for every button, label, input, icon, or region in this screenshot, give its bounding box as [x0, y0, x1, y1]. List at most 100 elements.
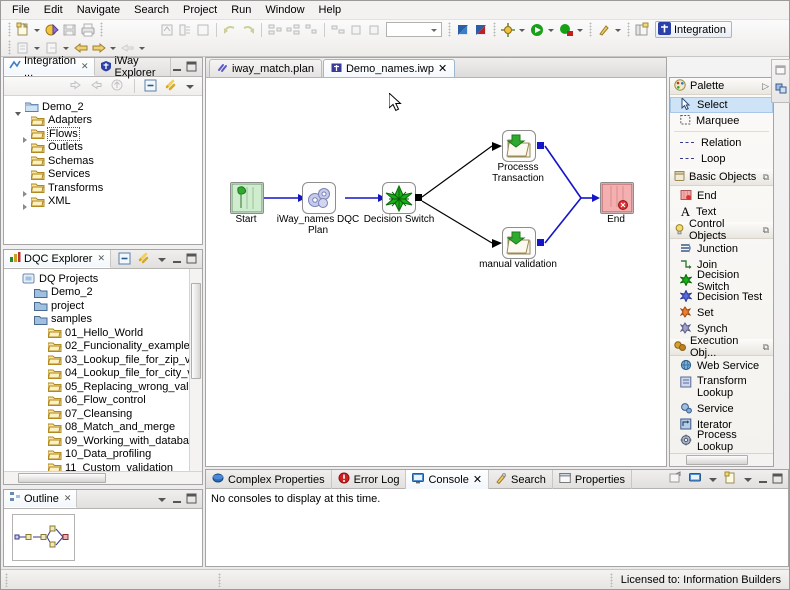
palette-item-loop[interactable]: Loop	[670, 151, 773, 167]
tab-outline[interactable]: Outline ✕	[4, 490, 78, 508]
palette-item-transform-lookup[interactable]: Transform Lookup	[670, 374, 773, 401]
tree-item-demo2[interactable]: Demo_2	[10, 100, 202, 116]
tab-complex-properties[interactable]: Complex Properties	[206, 470, 332, 489]
flow-node-end[interactable]	[600, 182, 634, 214]
list-item[interactable]: 08_Match_and_merge	[10, 421, 202, 435]
tab-iway-explorer[interactable]: iWay Explorer	[95, 55, 171, 79]
maximize-icon[interactable]	[186, 61, 199, 74]
palette-item-service[interactable]: Service	[670, 401, 773, 417]
flow-port-decision-out[interactable]	[415, 194, 422, 201]
list-item[interactable]: 02_Funcionality_examples	[10, 340, 202, 354]
layout-icon-2[interactable]	[348, 22, 364, 38]
debug-dropdown-arrow[interactable]	[517, 23, 526, 37]
deploy-icon-2[interactable]	[473, 22, 489, 38]
wizard-icon[interactable]	[44, 22, 60, 38]
debug-icon[interactable]	[500, 22, 516, 38]
menu-window[interactable]: Window	[258, 2, 311, 18]
new-console-icon[interactable]	[723, 471, 739, 487]
save-icon[interactable]	[62, 22, 78, 38]
list-item[interactable]: 07_Cleansing	[10, 407, 202, 421]
flow-port-process-out[interactable]	[537, 142, 544, 149]
dqc-tree-container[interactable]: DQ Projects Demo_2 project samples 01_He…	[4, 269, 202, 471]
palette-horizontal-scrollbar[interactable]	[670, 453, 773, 466]
new-flow-icon[interactable]	[15, 40, 31, 56]
external-tools-dropdown-arrow[interactable]	[575, 23, 584, 37]
flow-node-process-transaction[interactable]	[502, 130, 536, 162]
back-nav-dropdown-arrow[interactable]	[108, 41, 117, 55]
tree-item-demo2[interactable]: Demo_2	[10, 286, 202, 300]
print-icon[interactable]	[80, 22, 96, 38]
dqc-horizontal-scrollbar[interactable]	[4, 471, 202, 484]
maximize-icon[interactable]	[186, 493, 199, 506]
collapse-icon[interactable]: ⧉	[763, 172, 769, 183]
run-dropdown-arrow[interactable]	[546, 23, 555, 37]
display-console-icon[interactable]	[688, 471, 704, 487]
palette-group-control-objects-header[interactable]: Control Objects ⧉	[670, 218, 773, 242]
tab-properties[interactable]: Properties	[553, 470, 633, 489]
layout-icon-3[interactable]	[366, 22, 382, 38]
minimize-icon[interactable]	[171, 493, 184, 506]
flow-port-manual-out[interactable]	[537, 239, 544, 246]
tree-item-services[interactable]: Services	[10, 168, 202, 182]
close-icon[interactable]: ✕	[473, 473, 482, 486]
maximize-icon[interactable]	[186, 253, 199, 266]
flow-node-manual-validation[interactable]	[502, 227, 536, 259]
outline-thumbnail[interactable]	[12, 514, 75, 561]
back-nav-icon[interactable]	[91, 40, 107, 56]
collapse-all-icon[interactable]	[143, 78, 159, 94]
menu-project[interactable]: Project	[176, 2, 224, 18]
zoom-combo[interactable]	[386, 22, 442, 37]
palette-item-web-service[interactable]: Web Service	[670, 358, 773, 374]
list-item[interactable]: 11_Custom_validation	[10, 461, 202, 471]
open-console-icon[interactable]	[668, 471, 684, 487]
view-menu-icon[interactable]	[184, 80, 197, 93]
list-item[interactable]: 09_Working_with_databases	[10, 434, 202, 448]
layout-icon[interactable]	[330, 22, 346, 38]
collapse-all-icon[interactable]	[117, 251, 133, 267]
editor-icon-2[interactable]	[177, 22, 193, 38]
view-menu-icon[interactable]	[156, 493, 169, 506]
close-icon[interactable]: ✕	[64, 493, 72, 504]
flow-node-start[interactable]	[230, 182, 264, 214]
palette-item-relation[interactable]: Relation	[670, 135, 773, 151]
new-item-dropdown-arrow[interactable]	[61, 41, 70, 55]
list-item[interactable]: 03_Lookup_file_for_zip_verifica	[10, 353, 202, 367]
list-item[interactable]: 01_Hello_World	[10, 326, 202, 340]
link-with-editor-icon[interactable]	[137, 251, 153, 267]
search-toolbar-icon[interactable]	[596, 22, 612, 38]
palette-item-end[interactable]: End	[670, 188, 773, 204]
open-perspective-icon[interactable]	[634, 22, 650, 38]
palette-item-junction[interactable]: Junction	[670, 241, 773, 257]
close-icon[interactable]: ✕	[81, 61, 89, 72]
new-dropdown-arrow[interactable]	[32, 23, 41, 37]
align-icon-2[interactable]	[285, 22, 301, 38]
palette-group-execution-objects-header[interactable]: Execution Obj... ⧉	[670, 335, 773, 359]
editor-tab-iway-match-plan[interactable]: iway_match.plan	[209, 59, 322, 77]
collapse-icon[interactable]: ⧉	[763, 225, 769, 236]
scrollbar-thumb[interactable]	[18, 473, 106, 483]
forward-nav-icon[interactable]	[73, 40, 89, 56]
undo-icon[interactable]	[222, 22, 238, 38]
palette-item-set[interactable]: Set	[670, 305, 773, 321]
palette-item-select[interactable]: Select	[670, 96, 773, 113]
tab-search[interactable]: Search	[489, 470, 553, 489]
palette-header[interactable]: Palette ▷	[670, 78, 773, 95]
menu-navigate[interactable]: Navigate	[70, 2, 127, 18]
new-flow-dropdown-arrow[interactable]	[32, 41, 41, 55]
new-item-icon[interactable]	[44, 40, 60, 56]
collapse-icon[interactable]: ⧉	[763, 342, 769, 353]
tree-item-samples[interactable]: samples	[10, 313, 202, 327]
menu-help[interactable]: Help	[312, 2, 349, 18]
flow-node-decision-switch[interactable]	[382, 182, 416, 214]
flow-node-dqc-plan[interactable]	[302, 182, 336, 214]
link-with-editor-icon[interactable]	[164, 78, 180, 94]
tree-item-dq-projects[interactable]: DQ Projects	[10, 272, 202, 286]
tree-item-flows[interactable]: Flows	[10, 126, 202, 143]
minimize-icon[interactable]	[171, 61, 184, 74]
editor-icon-1[interactable]	[159, 22, 175, 38]
search-dropdown-arrow[interactable]	[613, 23, 622, 37]
minimize-icon[interactable]	[757, 473, 770, 486]
editor-icon-3[interactable]	[195, 22, 211, 38]
restore-view-icon[interactable]	[775, 63, 788, 79]
list-item[interactable]: 05_Replacing_wrong_value_cit	[10, 380, 202, 394]
